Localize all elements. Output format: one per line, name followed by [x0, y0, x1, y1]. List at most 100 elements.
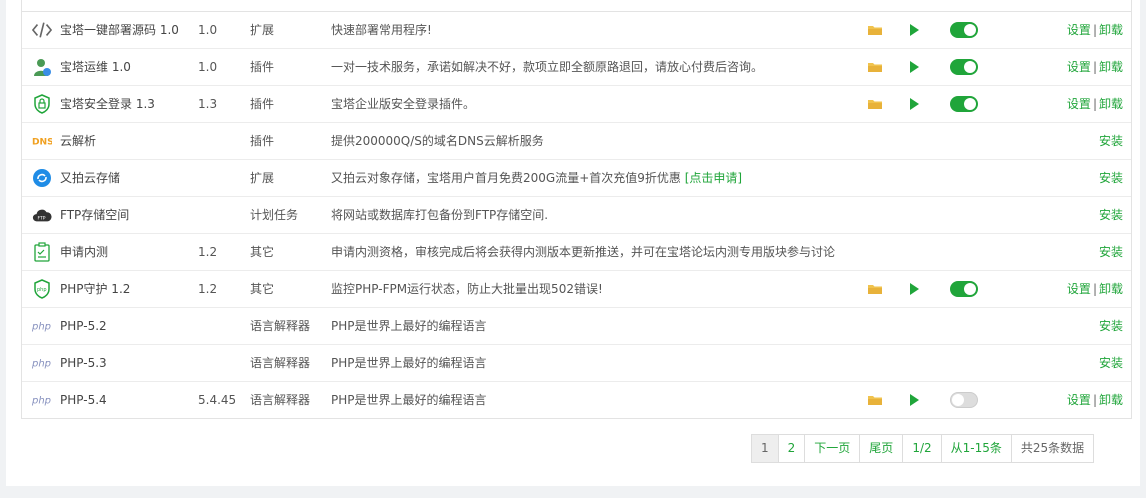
apply-link[interactable]: [点击申请] [685, 171, 742, 185]
shield-lock-icon [32, 94, 52, 114]
play-icon[interactable] [910, 394, 919, 406]
uninstall-link[interactable]: 卸载 [1099, 97, 1123, 111]
row-actions: 设置 | 卸载 [1067, 382, 1123, 418]
enable-toggle[interactable] [950, 96, 978, 112]
page-ratio[interactable]: 1/2 [902, 435, 940, 462]
install-link[interactable]: 安装 [1099, 208, 1123, 222]
plugin-name: PHP-5.2 [60, 319, 107, 333]
plugin-name: 宝塔一键部署源码 1.0 [60, 23, 179, 37]
enable-toggle[interactable] [950, 59, 978, 75]
clipboard-icon [32, 242, 52, 262]
svg-text:php: php [32, 395, 51, 406]
play-icon[interactable] [910, 24, 919, 36]
plugin-description: 宝塔企业版安全登录插件。 [331, 86, 475, 122]
plugin-name: FTP存储空间 [60, 208, 130, 222]
settings-link[interactable]: 设置 [1067, 97, 1091, 111]
folder-icon[interactable] [867, 97, 883, 111]
settings-link[interactable]: 设置 [1067, 393, 1091, 407]
description-text: 一对一技术服务，承诺如解决不好，款项立即全额原路退回，请放心付费后咨询。 [331, 60, 764, 74]
action-separator: | [1092, 60, 1097, 74]
plugin-version: 1.0 [198, 23, 218, 37]
row-actions: 设置 | 卸载 [1067, 49, 1123, 85]
plugin-name: 宝塔安全登录 1.3 [60, 97, 155, 111]
table-row: 申请内测 1.2 其它 申请内测资格，审核完成后将会获得内测版本更新推送，并可在宝塔论… [22, 234, 1131, 271]
uninstall-link[interactable]: 卸载 [1099, 282, 1123, 296]
plugin-name: 申请内测 [60, 245, 109, 259]
install-link[interactable]: 安装 [1099, 134, 1123, 148]
plugin-table: 宝塔一键部署源码 1.0 1.0 扩展 快速部署常用程序! 设置 | 卸载 宝塔运维 1.0 1… [21, 0, 1132, 419]
description-text: 申请内测资格，审核完成后将会获得内测版本更新推送，并可在宝塔论坛内测专用版块参与… [331, 245, 836, 259]
php-shield-icon: php [32, 279, 52, 299]
description-text: 将网站或数据库打包备份到FTP存储空间. [331, 208, 549, 222]
folder-icon[interactable] [867, 23, 883, 37]
folder-icon[interactable] [867, 282, 883, 296]
plugin-version: 5.4.45 [198, 393, 237, 407]
svg-text:FTP: FTP [37, 216, 45, 222]
play-icon[interactable] [910, 98, 919, 110]
plugin-description: 又拍云对象存储，宝塔用户首月免费200G流量+首次充值9折优惠 [点击申请] [331, 160, 742, 196]
dns-icon: DNS [32, 131, 52, 151]
install-link[interactable]: 安装 [1099, 319, 1123, 333]
row-actions: 设置 | 卸载 [1067, 271, 1123, 307]
plugin-type: 插件 [250, 97, 275, 111]
plugin-description: 快速部署常用程序! [331, 12, 432, 48]
install-link[interactable]: 安装 [1099, 171, 1123, 185]
enable-toggle[interactable] [950, 392, 978, 408]
uninstall-link[interactable]: 卸载 [1099, 23, 1123, 37]
plugin-type: 其它 [250, 245, 275, 259]
plugin-version: 1.2 [198, 282, 218, 296]
page-range[interactable]: 从1-15条 [940, 435, 1011, 462]
settings-link[interactable]: 设置 [1067, 60, 1091, 74]
last-page-link[interactable]: 尾页 [859, 435, 902, 462]
uninstall-link[interactable]: 卸载 [1099, 393, 1123, 407]
table-row: DNS 云解析 插件 提供200000Q/S的域名DNS云解析服务 安装 [22, 123, 1131, 160]
plugin-name: PHP-5.3 [60, 356, 107, 370]
enable-toggle[interactable] [950, 281, 978, 297]
play-icon[interactable] [910, 283, 919, 295]
page-2-link[interactable]: 2 [777, 435, 805, 462]
play-icon[interactable] [910, 61, 919, 73]
next-page-link[interactable]: 下一页 [804, 435, 859, 462]
description-text: 监控PHP-FPM运行状态，防止大批量出现502错误! [331, 282, 603, 296]
plugin-rows: 宝塔一键部署源码 1.0 1.0 扩展 快速部署常用程序! 设置 | 卸载 宝塔运维 1.0 1… [22, 12, 1131, 418]
description-text: 提供200000Q/S的域名DNS云解析服务 [331, 134, 544, 148]
table-row: FTP FTP存储空间 计划任务 将网站或数据库打包备份到FTP存储空间. 安装 [22, 197, 1131, 234]
table-header-strip [22, 0, 1131, 12]
install-link[interactable]: 安装 [1099, 356, 1123, 370]
table-row: php PHP-5.3 语言解释器 PHP是世界上最好的编程语言 安装 [22, 345, 1131, 382]
settings-link[interactable]: 设置 [1067, 282, 1091, 296]
plugin-version: 1.0 [198, 60, 218, 74]
plugin-type: 插件 [250, 60, 275, 74]
php-icon: php [32, 390, 52, 410]
plugin-version: 1.2 [198, 245, 218, 259]
plugin-type: 语言解释器 [250, 356, 311, 370]
row-actions: 安装 [1099, 308, 1123, 344]
plugin-type: 插件 [250, 134, 275, 148]
enable-toggle[interactable] [950, 22, 978, 38]
plugin-name: 又拍云存储 [60, 171, 121, 185]
table-row: 宝塔运维 1.0 1.0 插件 一对一技术服务，承诺如解决不好，款项立即全额原路退回，… [22, 49, 1131, 86]
table-row: 宝塔安全登录 1.3 1.3 插件 宝塔企业版安全登录插件。 设置 | 卸载 [22, 86, 1131, 123]
row-actions: 安装 [1099, 345, 1123, 381]
folder-icon[interactable] [867, 393, 883, 407]
plugin-type: 扩展 [250, 23, 275, 37]
upyun-icon [32, 168, 52, 188]
description-text: 宝塔企业版安全登录插件。 [331, 97, 476, 111]
svg-text:php: php [32, 321, 51, 332]
php-icon: php [32, 316, 52, 336]
folder-icon[interactable] [867, 60, 883, 74]
plugin-name: 云解析 [60, 134, 97, 148]
content-panel: 宝塔一键部署源码 1.0 1.0 扩展 快速部署常用程序! 设置 | 卸载 宝塔运维 1.0 1… [6, 0, 1140, 486]
install-link[interactable]: 安装 [1099, 245, 1123, 259]
plugin-type: 扩展 [250, 171, 275, 185]
plugin-description: 申请内测资格，审核完成后将会获得内测版本更新推送，并可在宝塔论坛内测专用版块参与… [331, 234, 835, 270]
page-current: 1 [752, 435, 778, 462]
action-separator: | [1092, 23, 1097, 37]
description-text: 快速部署常用程序! [331, 23, 432, 37]
uninstall-link[interactable]: 卸载 [1099, 60, 1123, 74]
settings-link[interactable]: 设置 [1067, 23, 1091, 37]
plugin-type: 语言解释器 [250, 319, 311, 333]
table-row: 宝塔一键部署源码 1.0 1.0 扩展 快速部署常用程序! 设置 | 卸载 [22, 12, 1131, 49]
plugin-description: 提供200000Q/S的域名DNS云解析服务 [331, 123, 544, 159]
plugin-type: 语言解释器 [250, 393, 311, 407]
